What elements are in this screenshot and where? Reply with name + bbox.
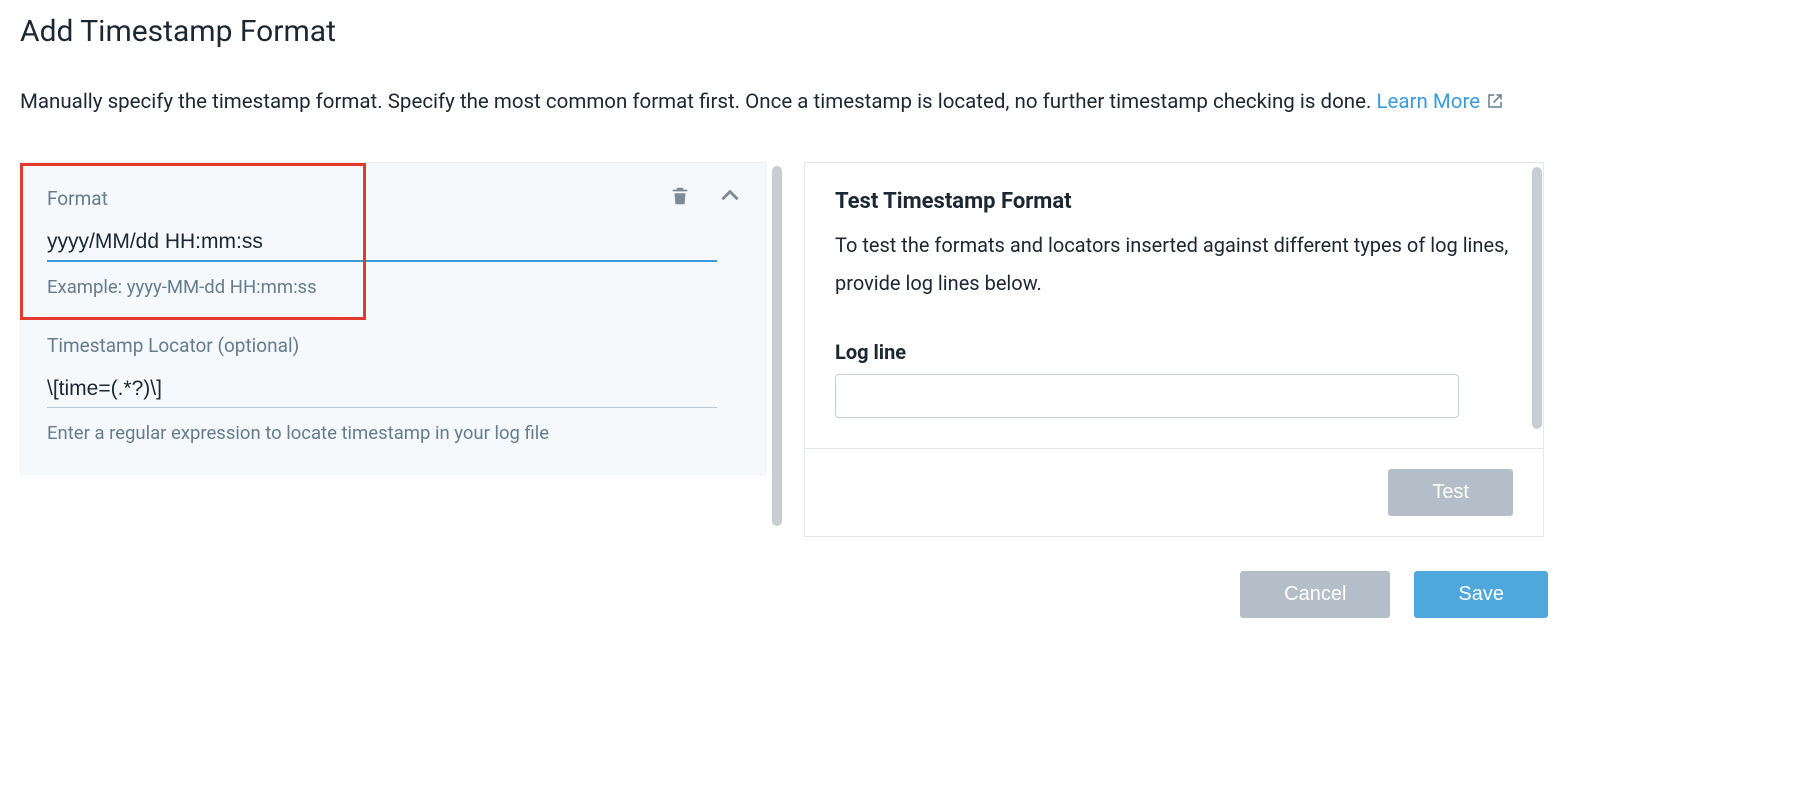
format-input[interactable]	[47, 228, 717, 262]
log-line-input[interactable]	[835, 374, 1459, 418]
panel-actions	[669, 183, 743, 209]
panels-row: Format Example: yyyy-MM-dd HH:mm:ss Time…	[20, 162, 1790, 537]
learn-more-link[interactable]: Learn More	[1376, 90, 1504, 114]
locator-helper: Enter a regular expression to locate tim…	[47, 422, 739, 444]
locator-label: Timestamp Locator (optional)	[47, 334, 739, 357]
test-button[interactable]: Test	[1388, 469, 1513, 516]
test-description: To test the formats and locators inserte…	[835, 226, 1513, 302]
page-footer: Cancel Save	[20, 571, 1548, 618]
chevron-up-icon[interactable]	[717, 183, 743, 209]
format-panel-wrap: Format Example: yyyy-MM-dd HH:mm:ss Time…	[20, 162, 766, 475]
format-label: Format	[47, 187, 739, 210]
description-text: Manually specify the timestamp format. S…	[20, 90, 1376, 114]
locator-input[interactable]	[47, 375, 717, 408]
locator-field-group: Timestamp Locator (optional) Enter a reg…	[47, 334, 739, 444]
test-panel-footer: Test	[805, 448, 1543, 536]
save-button[interactable]: Save	[1414, 571, 1548, 618]
log-line-label: Log line	[835, 340, 1513, 364]
page-title: Add Timestamp Format	[20, 14, 1790, 49]
test-panel: Test Timestamp Format To test the format…	[804, 162, 1544, 537]
page-description: Manually specify the timestamp format. S…	[20, 83, 1790, 122]
format-field-group: Format Example: yyyy-MM-dd HH:mm:ss	[47, 187, 739, 298]
external-link-icon	[1486, 85, 1504, 103]
format-example: Example: yyyy-MM-dd HH:mm:ss	[47, 276, 739, 298]
format-panel: Format Example: yyyy-MM-dd HH:mm:ss Time…	[20, 162, 766, 475]
test-panel-wrap: Test Timestamp Format To test the format…	[804, 162, 1544, 537]
cancel-button[interactable]: Cancel	[1240, 571, 1390, 618]
delete-icon[interactable]	[669, 184, 691, 208]
test-title: Test Timestamp Format	[835, 189, 1513, 214]
left-scrollbar[interactable]	[772, 166, 782, 526]
right-scrollbar[interactable]	[1532, 167, 1542, 429]
